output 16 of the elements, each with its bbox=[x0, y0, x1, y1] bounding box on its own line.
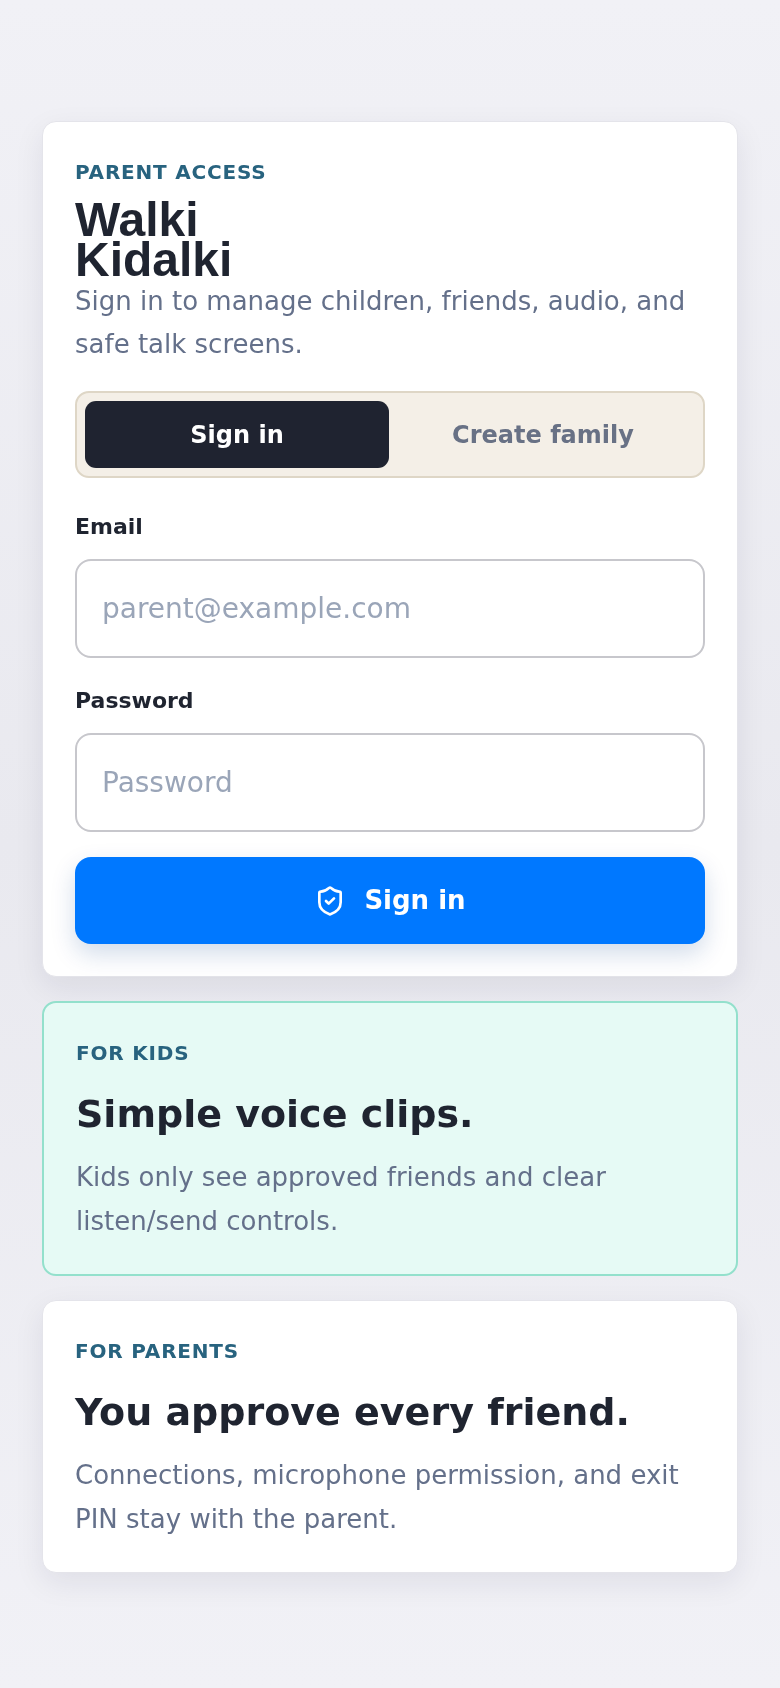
subtitle: Sign in to manage children, friends, audio, and safe talk screens. bbox=[75, 285, 687, 361]
sign-in-button[interactable]: Sign in bbox=[75, 857, 705, 944]
card-body: Kids only see approved friends and clear listen/send controls. bbox=[76, 1161, 607, 1238]
card-body: Connections, microphone permission, and exit PIN stay with the parent. bbox=[75, 1459, 680, 1536]
card-heading: You approve every friend. bbox=[75, 1389, 631, 1436]
card-heading: Simple voice clips. bbox=[76, 1091, 475, 1138]
field-label: Password bbox=[75, 687, 195, 715]
section-eyebrow: PARENT ACCESS bbox=[75, 160, 268, 184]
app-title: Walki Kidalki bbox=[75, 200, 234, 280]
tab[interactable]: Sign in bbox=[85, 401, 389, 468]
password-field[interactable]: Password bbox=[75, 733, 705, 832]
field-label: Email bbox=[75, 513, 144, 541]
section-eyebrow: FOR KIDS bbox=[76, 1041, 191, 1065]
email-field[interactable]: parent@example.com bbox=[75, 559, 705, 658]
section-eyebrow: FOR PARENTS bbox=[75, 1339, 240, 1363]
tab[interactable]: Create family bbox=[391, 401, 695, 468]
